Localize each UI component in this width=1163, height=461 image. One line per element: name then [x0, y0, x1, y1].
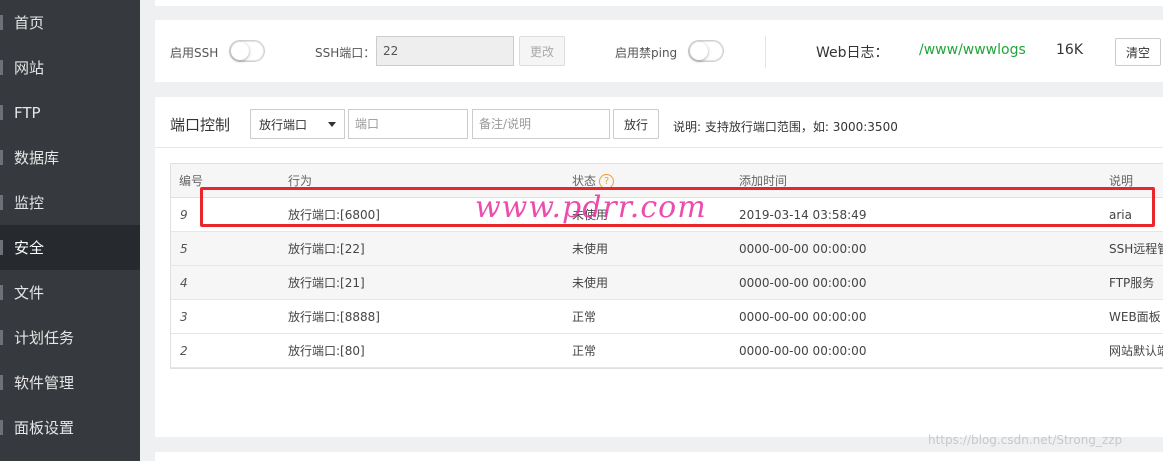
nav-marker	[0, 240, 3, 255]
blog-watermark: https://blog.csdn.net/Strong_zzp	[928, 433, 1123, 447]
cell-time: 2019-03-14 03:58:49	[739, 208, 867, 222]
ssh-port-label: SSH端口：	[315, 46, 376, 60]
table-row: 4 放行端口:[21] 未使用 0000-00-00 00:00:00 FTP服…	[171, 266, 1163, 300]
table-row: 2 放行端口:[80] 正常 0000-00-00 00:00:00 网站默认端	[171, 334, 1163, 368]
port-range-hint: 说明: 支持放行端口范围，如: 3000:3500	[673, 120, 898, 134]
cell-status: 正常	[572, 310, 597, 324]
sidebar-item-label: 计划任务	[14, 329, 75, 347]
sidebar-item-label: 文件	[14, 284, 45, 302]
nav-marker	[0, 330, 3, 345]
sidebar-item-label: 首页	[14, 14, 45, 32]
cell-id: 4	[180, 276, 188, 290]
sidebar-item-security[interactable]: 安全	[0, 225, 140, 270]
bottom-panel-edge	[155, 452, 1163, 461]
nav-marker	[0, 105, 3, 120]
allow-port-button[interactable]: 放行	[613, 109, 659, 139]
change-port-button[interactable]: 更改	[519, 36, 565, 66]
cell-time: 0000-00-00 00:00:00	[739, 276, 867, 290]
cell-time: 0000-00-00 00:00:00	[739, 344, 867, 358]
ssh-port-input[interactable]	[376, 36, 514, 66]
divider	[765, 36, 766, 68]
cell-note: WEB面板	[1109, 310, 1161, 324]
port-control-panel: 端口控制 放行端口 放行 说明: 支持放行端口范围，如: 3000:3500 编…	[155, 97, 1163, 437]
action-select[interactable]: 放行端口	[250, 109, 345, 139]
port-control-title: 端口控制	[170, 116, 231, 134]
cell-note: aria	[1109, 208, 1132, 222]
cell-note: SSH远程管	[1109, 242, 1163, 256]
cell-action: 放行端口:[8888]	[288, 310, 380, 324]
cell-id: 3	[180, 310, 188, 324]
cell-time: 0000-00-00 00:00:00	[739, 310, 867, 324]
header-status-label: 状态	[572, 174, 597, 188]
toggle-knob	[690, 42, 708, 60]
clear-log-button[interactable]: 清空	[1115, 38, 1161, 66]
cell-note: FTP服务	[1109, 276, 1155, 290]
sidebar-item-label: 监控	[14, 194, 45, 212]
ssh-settings-panel: 启用SSH SSH端口： 更改 启用禁ping Web日志： /www/wwwl…	[155, 20, 1163, 82]
sidebar-item-label: FTP	[14, 103, 41, 122]
sidebar-item-software[interactable]: 软件管理	[0, 360, 140, 405]
cell-id: 9	[180, 208, 188, 222]
port-input[interactable]	[348, 109, 468, 139]
table-row: 5 放行端口:[22] 未使用 0000-00-00 00:00:00 SSH远…	[171, 232, 1163, 266]
ping-toggle-label: 启用禁ping	[615, 46, 678, 60]
sidebar-item-monitor[interactable]: 监控	[0, 180, 140, 225]
cell-time: 0000-00-00 00:00:00	[739, 242, 867, 256]
sidebar: 首页 网站 FTP 数据库 监控 安全 文件 计划任务 软件管理 面板设置	[0, 0, 140, 461]
header-note: 说明	[1109, 174, 1134, 188]
cell-note: 网站默认端	[1109, 344, 1163, 358]
cell-status: 未使用	[572, 276, 609, 290]
web-log-path[interactable]: /www/wwwlogs	[919, 42, 1026, 58]
ssh-toggle-label: 启用SSH	[170, 46, 219, 60]
site-watermark: www.pdrr.com	[475, 190, 707, 225]
sidebar-item-label: 数据库	[14, 149, 60, 167]
nav-marker	[0, 150, 3, 165]
cell-id: 2	[180, 344, 188, 358]
cell-id: 5	[180, 242, 188, 256]
web-log-label: Web日志：	[816, 45, 889, 61]
nav-marker	[0, 375, 3, 390]
nav-marker	[0, 285, 3, 300]
toggle-knob	[231, 42, 249, 60]
sidebar-item-label: 软件管理	[14, 374, 75, 392]
sidebar-item-website[interactable]: 网站	[0, 45, 140, 90]
top-panel-edge	[155, 0, 1163, 6]
ssh-toggle[interactable]	[229, 40, 265, 62]
sidebar-item-cron[interactable]: 计划任务	[0, 315, 140, 360]
sidebar-item-panel-settings[interactable]: 面板设置	[0, 405, 140, 450]
table-row: 3 放行端口:[8888] 正常 0000-00-00 00:00:00 WEB…	[171, 300, 1163, 334]
ping-toggle[interactable]	[688, 40, 724, 62]
cell-status: 正常	[572, 344, 597, 358]
cell-status: 未使用	[572, 242, 609, 256]
sidebar-item-label: 面板设置	[14, 419, 75, 437]
nav-marker	[0, 420, 3, 435]
cell-action: 放行端口:[6800]	[288, 208, 380, 222]
action-select-value: 放行端口	[259, 117, 308, 132]
header-id[interactable]: 编号	[179, 164, 203, 198]
note-input[interactable]	[472, 109, 610, 139]
chevron-down-icon	[328, 122, 336, 127]
sidebar-item-database[interactable]: 数据库	[0, 135, 140, 180]
nav-marker	[0, 195, 3, 210]
cell-action: 放行端口:[22]	[288, 242, 365, 256]
sidebar-item-home[interactable]: 首页	[0, 0, 140, 45]
nav-marker	[0, 60, 3, 75]
sidebar-item-files[interactable]: 文件	[0, 270, 140, 315]
web-log-size: 16K	[1056, 42, 1083, 58]
cell-action: 放行端口:[21]	[288, 276, 365, 290]
cell-action: 放行端口:[80]	[288, 344, 365, 358]
sidebar-item-label: 网站	[14, 59, 45, 77]
divider	[155, 147, 1163, 148]
header-time[interactable]: 添加时间	[739, 164, 787, 198]
nav-marker	[0, 15, 3, 30]
help-icon[interactable]: ?	[599, 174, 615, 189]
header-action: 行为	[288, 174, 313, 188]
sidebar-item-ftp[interactable]: FTP	[0, 90, 140, 135]
sidebar-item-label: 安全	[14, 239, 45, 257]
